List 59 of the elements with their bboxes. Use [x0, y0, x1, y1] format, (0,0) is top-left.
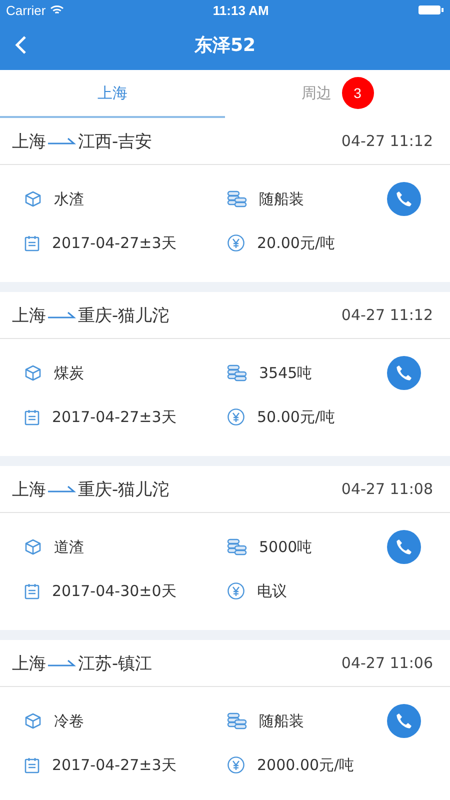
box-icon [24, 364, 42, 382]
yen-icon [227, 408, 245, 426]
box-icon [24, 538, 42, 556]
call-button[interactable] [387, 356, 421, 390]
load-date: 2017-04-27±3天 [52, 234, 176, 252]
yen-icon [227, 582, 245, 600]
cargo-quantity: 随船装 [259, 190, 304, 208]
calendar-icon [24, 408, 40, 426]
call-button[interactable] [387, 530, 421, 564]
phone-icon [395, 364, 413, 382]
yen-icon [227, 756, 245, 774]
cargo-type: 水渣 [54, 190, 84, 208]
origin-city: 上海 [12, 130, 46, 152]
coins-icon [227, 538, 247, 556]
post-time: 04-27 11:12 [341, 132, 433, 150]
phone-icon [395, 538, 413, 556]
calendar-icon [24, 582, 40, 600]
freight-price: 20.00元/吨 [257, 234, 335, 252]
freight-price: 50.00元/吨 [257, 408, 335, 426]
origin-city: 上海 [12, 304, 46, 326]
yen-icon [227, 234, 245, 252]
count-badge: 3 [342, 77, 374, 109]
back-icon[interactable] [14, 35, 28, 55]
cargo-quantity: 5000吨 [259, 538, 312, 556]
destination-city: 重庆-猫儿沱 [78, 478, 170, 500]
box-icon [24, 712, 42, 730]
post-time: 04-27 11:06 [341, 654, 433, 672]
calendar-icon [24, 756, 40, 774]
cargo-quantity: 3545吨 [259, 364, 312, 382]
call-button[interactable] [387, 704, 421, 738]
destination-city: 重庆-猫儿沱 [78, 304, 170, 326]
coins-icon [227, 190, 247, 208]
wifi-icon [50, 5, 64, 15]
call-button[interactable] [387, 182, 421, 216]
coins-icon [227, 364, 247, 382]
post-time: 04-27 11:08 [341, 480, 433, 498]
status-time: 11:13 AM [212, 2, 269, 18]
cargo-quantity: 随船装 [259, 712, 304, 730]
cargo-type: 冷卷 [54, 712, 84, 730]
cargo-type: 煤炭 [54, 364, 84, 382]
destination-city: 江苏-镇江 [78, 652, 152, 674]
box-icon [24, 190, 42, 208]
battery-icon [418, 5, 444, 15]
freight-price: 2000.00元/吨 [257, 756, 354, 774]
cargo-type: 道渣 [54, 538, 84, 556]
load-date: 2017-04-27±3天 [52, 408, 176, 426]
nav-title: 东泽52 [194, 34, 256, 57]
origin-city: 上海 [12, 478, 46, 500]
phone-icon [395, 190, 413, 208]
freight-price: 电议 [257, 582, 287, 600]
origin-city: 上海 [12, 652, 46, 674]
calendar-icon [24, 234, 40, 252]
coins-icon [227, 712, 247, 730]
carrier-label: Carrier [6, 2, 46, 18]
load-date: 2017-04-30±0天 [52, 582, 176, 600]
phone-icon [395, 712, 413, 730]
load-date: 2017-04-27±3天 [52, 756, 176, 774]
post-time: 04-27 11:12 [341, 306, 433, 324]
destination-city: 江西-吉安 [78, 130, 152, 152]
